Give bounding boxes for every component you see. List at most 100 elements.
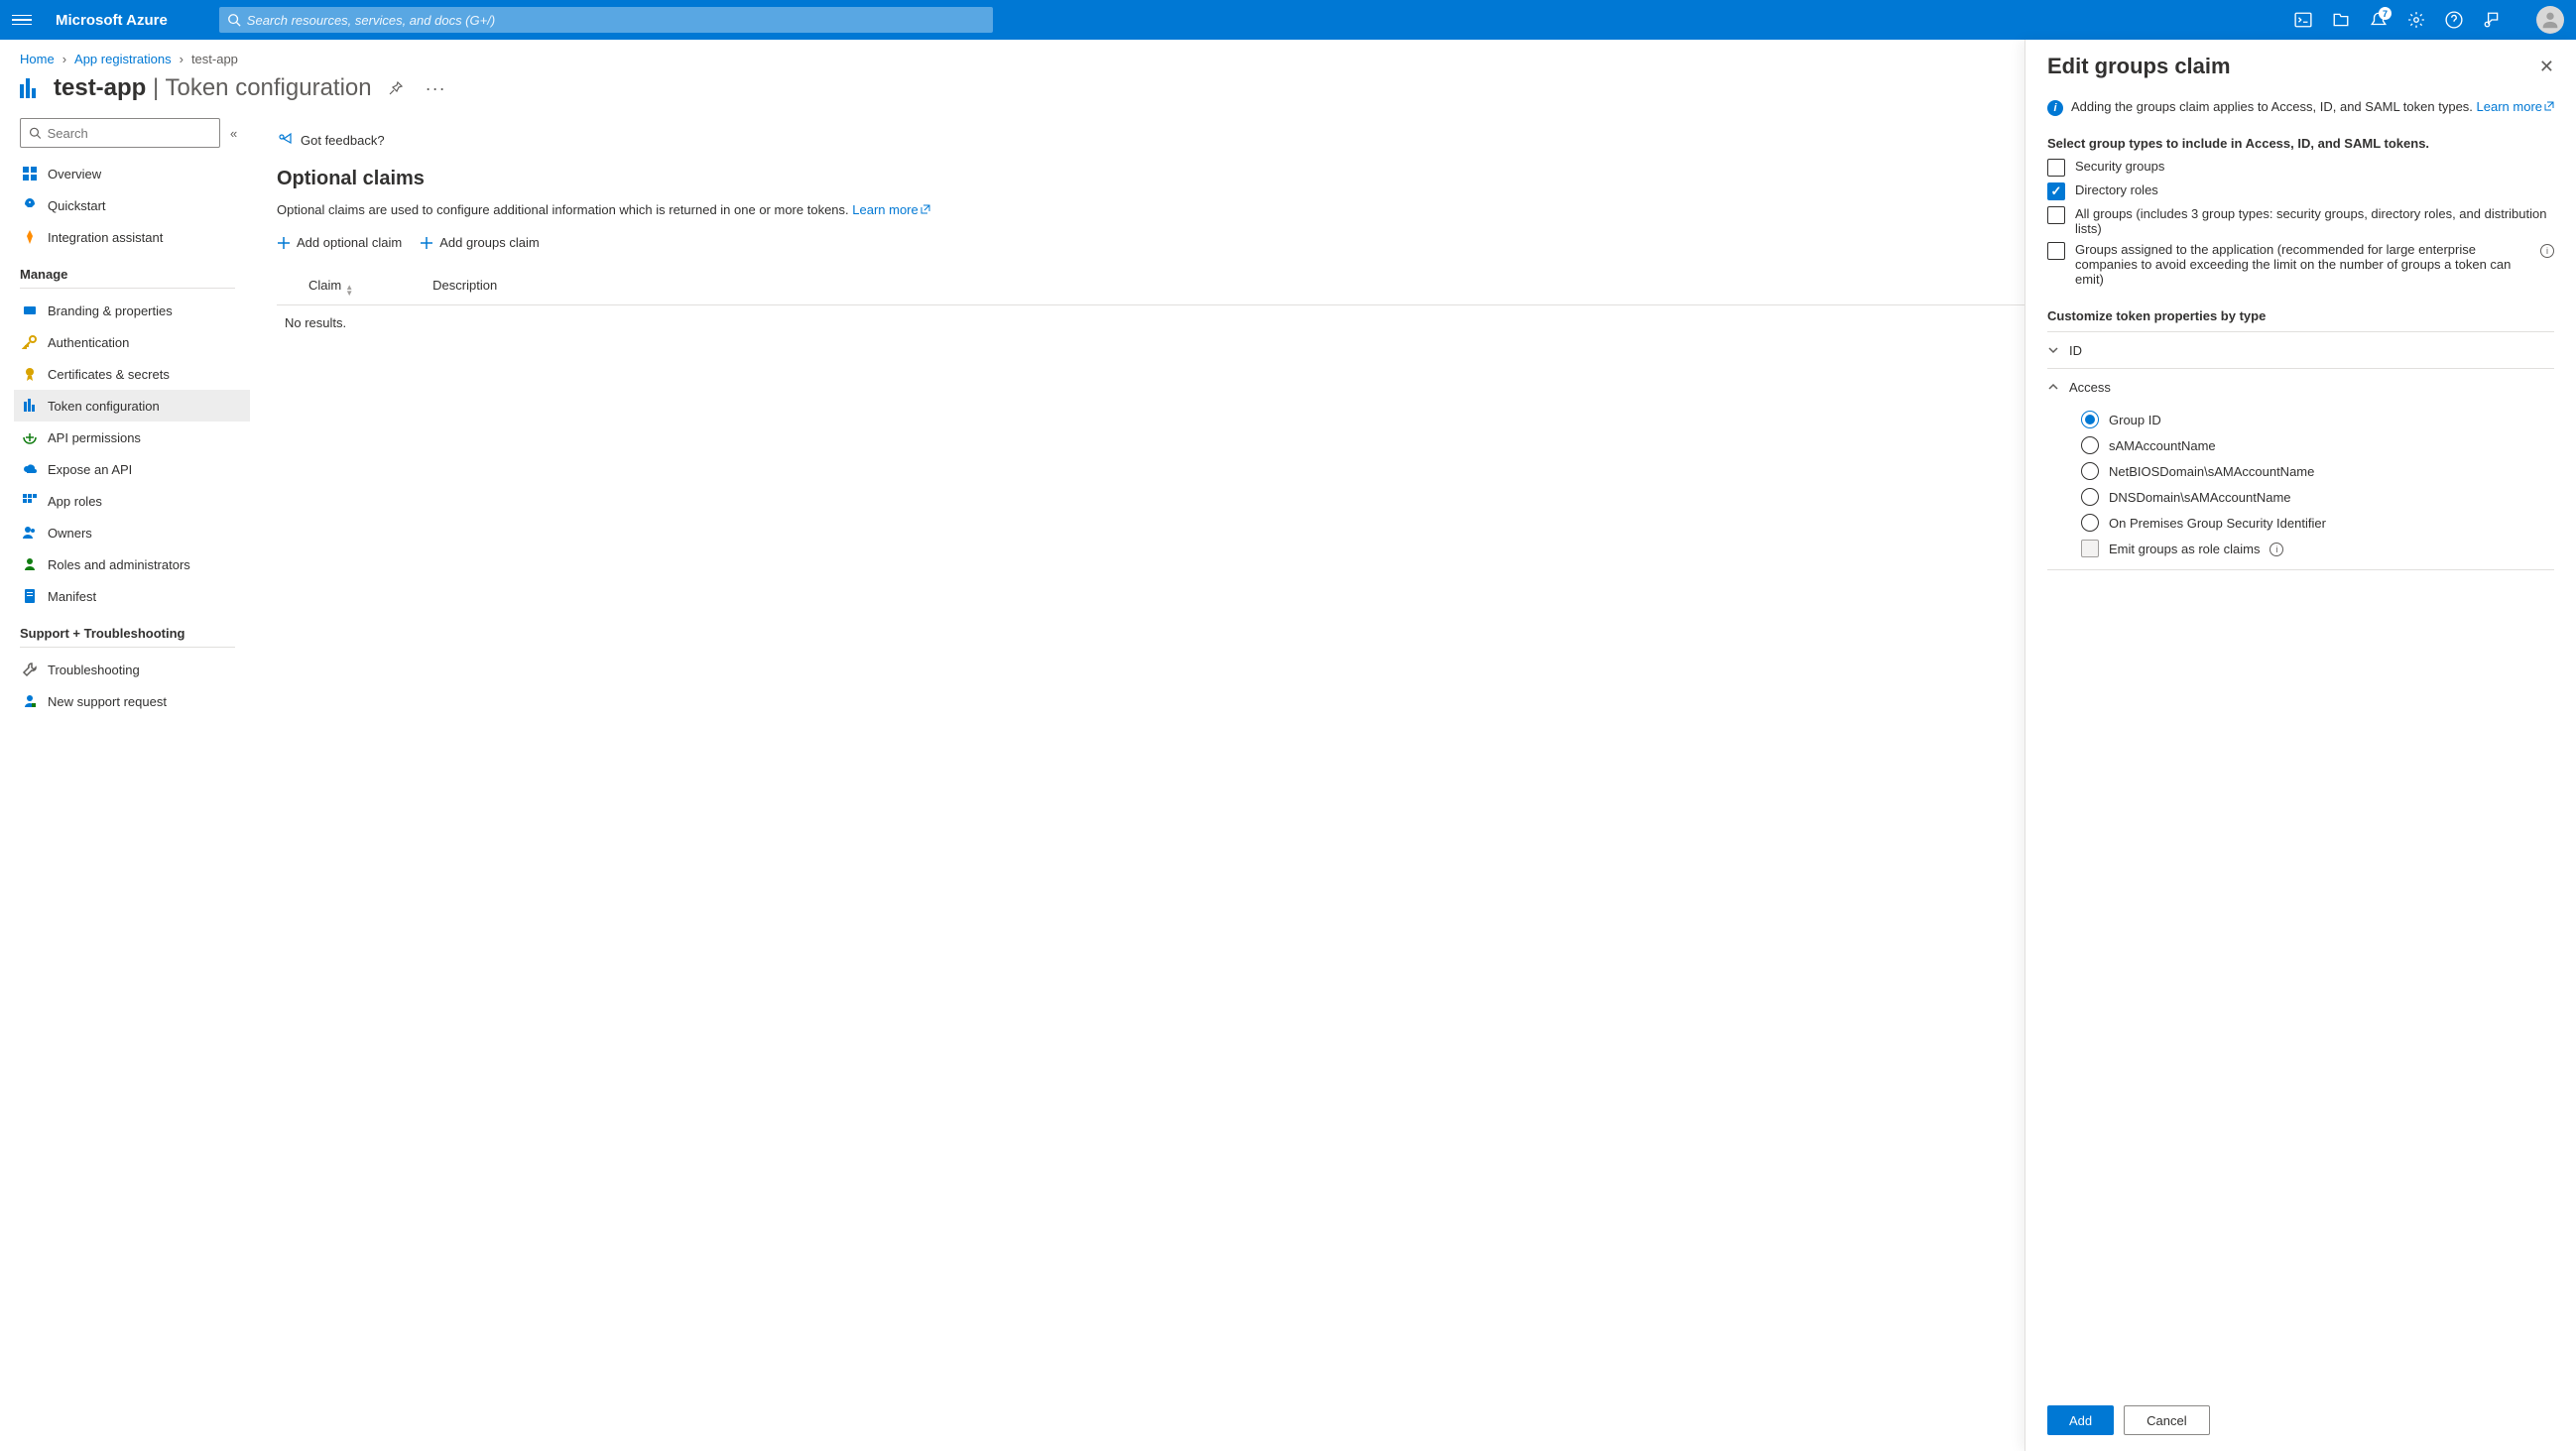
plus-icon [277, 236, 291, 250]
account-avatar[interactable] [2536, 6, 2564, 34]
column-description[interactable]: Description [432, 278, 497, 297]
wrench-icon [22, 662, 38, 677]
accordion-label: Access [2069, 380, 2111, 395]
help-icon[interactable]: i [2269, 543, 2283, 556]
api-icon [22, 429, 38, 445]
pin-button[interactable] [382, 74, 410, 102]
checkbox-app-assigned-groups[interactable]: Groups assigned to the application (reco… [2047, 242, 2554, 287]
sidebar-item-branding[interactable]: Branding & properties [20, 295, 253, 326]
toolbar-label: Add groups claim [439, 235, 539, 250]
accordion-header-id[interactable]: ID [2047, 332, 2554, 368]
chevron-down-icon [2047, 344, 2059, 356]
add-button[interactable]: Add [2047, 1405, 2114, 1435]
sidebar-item-label: Owners [48, 526, 92, 541]
toolbar-label: Add optional claim [297, 235, 402, 250]
more-actions-button[interactable]: ··· [420, 79, 452, 97]
sidebar-item-authentication[interactable]: Authentication [20, 326, 253, 358]
help-icon[interactable] [2445, 11, 2463, 29]
radio-icon[interactable] [2081, 411, 2099, 428]
sidebar-item-label: New support request [48, 694, 167, 709]
checkbox-emit-roles[interactable]: Emit groups as role claimsi [2081, 540, 2554, 557]
sidebar-item-expose-api[interactable]: Expose an API [20, 453, 253, 485]
panel-footer: Add Cancel [2025, 1390, 2576, 1451]
feedback-icon[interactable] [2483, 11, 2501, 29]
accordion-access: Access Group ID sAMAccountName NetBIOSDo… [2047, 369, 2554, 570]
notifications-icon[interactable]: 7 [2370, 11, 2388, 29]
radio-icon[interactable] [2081, 462, 2099, 480]
sidebar-search-input[interactable] [48, 126, 211, 141]
rocket-icon [22, 197, 38, 213]
cloud-shell-icon[interactable] [2294, 11, 2312, 29]
feedback-icon [277, 132, 293, 148]
column-claim[interactable]: Claim▲▼ [308, 278, 353, 297]
sidebar-item-roles-admin[interactable]: Roles and administrators [20, 548, 253, 580]
sidebar-item-label: Quickstart [48, 198, 106, 213]
add-groups-claim-button[interactable]: Add groups claim [420, 235, 539, 250]
panel-learn-more-link[interactable]: Learn more [2477, 99, 2554, 114]
sidebar-item-overview[interactable]: Overview [20, 158, 253, 189]
sidebar-item-api-permissions[interactable]: API permissions [20, 422, 253, 453]
tag-icon [22, 302, 38, 318]
help-icon[interactable]: i [2540, 244, 2554, 258]
sidebar-search[interactable] [20, 118, 220, 148]
checkbox-icon[interactable] [2047, 206, 2065, 224]
bars-icon [22, 398, 38, 414]
collapse-sidebar-icon[interactable]: « [230, 126, 237, 141]
cancel-button[interactable]: Cancel [2124, 1405, 2209, 1435]
sidebar-item-label: Authentication [48, 335, 129, 350]
manifest-icon [22, 588, 38, 604]
sidebar-item-quickstart[interactable]: Quickstart [20, 189, 253, 221]
token-types-accordion: ID Access Group ID sAMAccountName NetBIO… [2047, 331, 2554, 570]
roles-icon [22, 493, 38, 509]
radio-samaccountname[interactable]: sAMAccountName [2081, 436, 2554, 454]
close-icon[interactable]: ✕ [2539, 57, 2554, 77]
radio-onprem-sid[interactable]: On Premises Group Security Identifier [2081, 514, 2554, 532]
sidebar-item-label: Overview [48, 167, 101, 181]
checkbox-security-groups[interactable]: Security groups [2047, 159, 2554, 177]
checkbox-icon[interactable] [2047, 159, 2065, 177]
radio-group-id[interactable]: Group ID [2081, 411, 2554, 428]
radio-label: sAMAccountName [2109, 438, 2216, 453]
title-separator: | [146, 74, 165, 101]
group-types-heading: Select group types to include in Access,… [2047, 136, 2554, 151]
rocket-icon [22, 229, 38, 245]
menu-icon[interactable] [12, 10, 32, 30]
radio-icon[interactable] [2081, 514, 2099, 532]
support-icon [22, 693, 38, 709]
sidebar-item-troubleshooting[interactable]: Troubleshooting [20, 654, 253, 685]
info-text: Adding the groups claim applies to Acces… [2071, 99, 2477, 114]
access-options: Group ID sAMAccountName NetBIOSDomain\sA… [2047, 405, 2554, 569]
sidebar-item-owners[interactable]: Owners [20, 517, 253, 548]
radio-icon[interactable] [2081, 488, 2099, 506]
breadcrumb-home[interactable]: Home [20, 52, 55, 66]
sidebar-item-certificates[interactable]: Certificates & secrets [20, 358, 253, 390]
radio-label: NetBIOSDomain\sAMAccountName [2109, 464, 2314, 479]
radio-netbios[interactable]: NetBIOSDomain\sAMAccountName [2081, 462, 2554, 480]
checkbox-directory-roles[interactable]: Directory roles [2047, 182, 2554, 200]
accordion-header-access[interactable]: Access [2047, 369, 2554, 405]
global-search[interactable] [219, 7, 993, 33]
sidebar-item-manifest[interactable]: Manifest [20, 580, 253, 612]
learn-more-link[interactable]: Learn more [852, 202, 929, 217]
checkbox-icon[interactable] [2047, 242, 2065, 260]
radio-dnsdomain[interactable]: DNSDomain\sAMAccountName [2081, 488, 2554, 506]
sidebar-item-app-roles[interactable]: App roles [20, 485, 253, 517]
checkbox-all-groups[interactable]: All groups (includes 3 group types: secu… [2047, 206, 2554, 236]
sidebar: « Overview Quickstart Integration assist… [0, 118, 253, 1442]
directories-icon[interactable] [2332, 11, 2350, 29]
add-optional-claim-button[interactable]: Add optional claim [277, 235, 402, 250]
checkbox-icon[interactable] [2047, 182, 2065, 200]
breadcrumb-app-registrations[interactable]: App registrations [74, 52, 172, 66]
breadcrumb-current: test-app [191, 52, 238, 66]
radio-icon[interactable] [2081, 436, 2099, 454]
sidebar-item-integration[interactable]: Integration assistant [20, 221, 253, 253]
feedback-label: Got feedback? [301, 133, 385, 148]
search-input[interactable] [247, 13, 985, 28]
checkbox-icon[interactable] [2081, 540, 2099, 557]
sidebar-item-support-request[interactable]: New support request [20, 685, 253, 717]
settings-icon[interactable] [2407, 11, 2425, 29]
owners-icon [22, 525, 38, 541]
sidebar-section-manage: Manage [20, 267, 253, 282]
sidebar-item-token-config[interactable]: Token configuration [14, 390, 250, 422]
customize-heading: Customize token properties by type [2047, 308, 2554, 323]
